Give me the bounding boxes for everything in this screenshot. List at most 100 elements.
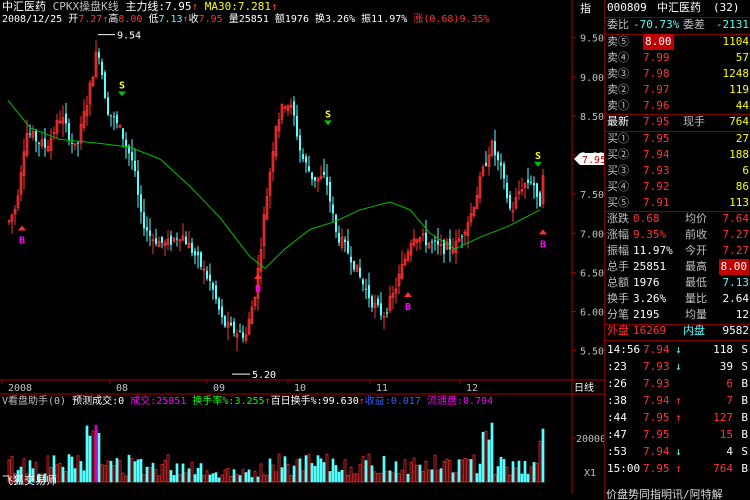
sell-price: 8.00 (643, 34, 674, 50)
candle-body (185, 236, 187, 245)
tick-side: S (741, 343, 748, 356)
volume-bar (460, 459, 464, 483)
low-value: 7.13 (158, 14, 183, 25)
tick-side: B (741, 462, 748, 475)
stat-value: 9.35% (633, 228, 667, 241)
tick-row[interactable]: 14:56 7.94 ↓ 118 S (605, 342, 750, 358)
sell-level-row[interactable]: 卖⑤ 8.00 1104 (605, 34, 750, 50)
weibi-row[interactable]: 委比 -70.73% 委差 -2131 (605, 17, 750, 33)
sell-level-row[interactable]: 卖③ 7.98 1248 (605, 66, 750, 82)
buy-level-row[interactable]: 买② 7.94 188 (605, 147, 750, 163)
candle-body (497, 152, 499, 161)
volume-bar (307, 454, 311, 483)
stat-row[interactable]: 振幅 11.97% 今开 7.27 (605, 243, 750, 259)
time-tick-label: 09 (213, 383, 225, 394)
volume-bar (169, 470, 173, 483)
candle-body (461, 236, 463, 238)
stat-row[interactable]: 涨幅 9.35% 前收 7.27 (605, 227, 750, 243)
price-tick-label: 5.50 (580, 347, 604, 358)
buy-level-label: 买① (607, 132, 629, 145)
sell-signal-label: S (119, 80, 125, 91)
volume-bar (121, 472, 125, 483)
sell-level-row[interactable]: 卖④ 7.99 57 (605, 50, 750, 66)
sell-level-row[interactable]: 卖② 7.97 119 (605, 82, 750, 98)
volume-bar (115, 458, 119, 483)
up-arrow-icon: ↑ (191, 0, 199, 13)
candle-body (239, 331, 241, 333)
weibi-label: 委比 (607, 18, 629, 31)
candle-body (302, 154, 304, 160)
buy-level-row[interactable]: 买③ 7.93 6 (605, 163, 750, 179)
sell-level-row[interactable]: 卖① 7.96 44 (605, 98, 750, 114)
volume-bar (85, 425, 89, 483)
stat-row[interactable]: 总手 25851 最高 8.00 (605, 259, 750, 275)
stat-value: 0.68 (633, 212, 660, 225)
volume-bar (451, 472, 455, 483)
volume-bar (166, 454, 170, 483)
volume-bar (424, 460, 428, 483)
tick-row[interactable]: :23 7.93 ↓ 39 S (605, 359, 750, 375)
candle-body (197, 251, 199, 256)
tick-time: :38 (607, 394, 627, 407)
volume-bar (313, 465, 317, 483)
volume-bar (202, 474, 206, 483)
buy-arrow-icon (539, 229, 547, 235)
stat-row[interactable]: 换手 3.26% 量比 2.64 (605, 291, 750, 307)
volume-bar (175, 463, 179, 483)
change-label: 涨 (413, 14, 424, 25)
buy-price: 7.91 (643, 196, 670, 209)
volume-bar (409, 462, 413, 483)
sell-level-label: 卖① (607, 99, 629, 112)
volume-bar (154, 469, 158, 483)
earnings-label: 收益: (364, 396, 391, 407)
tick-row[interactable]: :38 7.94 ↑ 7 B (605, 393, 750, 409)
tick-row[interactable]: 15:00 7.95 ↑ 764 B (605, 461, 750, 477)
volume-bar (427, 469, 431, 483)
buy-level-row[interactable]: 买⑤ 7.91 113 (605, 195, 750, 211)
turnover-value: 3.26% (325, 14, 356, 25)
float-label: 流通盘: (426, 396, 463, 407)
quote-header[interactable]: 000809 中汇医药 (32) (605, 0, 750, 16)
volume-bar (499, 456, 503, 483)
tick-row[interactable]: :47 7.95 15 B (605, 427, 750, 443)
stat-value: 1976 (633, 276, 660, 289)
volume-bar (436, 470, 440, 483)
candle-body (191, 242, 193, 254)
indicator-tab[interactable]: 指 (580, 0, 591, 16)
volume-bar (448, 460, 452, 483)
tick-arrow-icon: ↑ (675, 462, 682, 475)
kline-chart[interactable]: 9.50 9.00 8.50 8.00 7.50 7.00 6.50 6.00 5.50 7.95… (0, 0, 604, 500)
stock-name: 中汇医药 (657, 1, 701, 14)
tick-row[interactable]: :53 7.94 ↓ 4 S (605, 444, 750, 460)
latest-price: 7.95 (643, 115, 670, 128)
buy-level-row[interactable]: 买① 7.95 27 (605, 131, 750, 147)
volume-bar (157, 475, 161, 483)
latest-row[interactable]: 最新 7.95 现手 764 (605, 114, 750, 130)
tick-side: S (741, 445, 748, 458)
volume-indicator-name[interactable]: V看盘助手(0) (2, 396, 66, 407)
tick-row[interactable]: :44 7.95 ↑ 127 B (605, 410, 750, 426)
outer-inner-row[interactable]: 外盘 16269 内盘 9582 (605, 323, 750, 339)
price-tick-label: 9.50 (580, 34, 604, 45)
volume-bar (70, 456, 74, 483)
volume-bar (109, 460, 113, 483)
current-hand-label: 现手 (683, 115, 705, 128)
tick-arrow-icon: ↓ (675, 360, 682, 373)
volume-bar (430, 469, 434, 483)
tick-row[interactable]: :26 7.93 6 B (605, 376, 750, 392)
candle-body (344, 239, 346, 243)
indicator-name[interactable]: CPKX操盘K线 (53, 0, 119, 13)
period-label: 日线 (574, 381, 594, 394)
volume-bar (376, 473, 380, 483)
buy-level-row[interactable]: 买④ 7.92 86 (605, 179, 750, 195)
sell-volume: 119 (729, 83, 749, 96)
sell-arrow-icon (324, 120, 332, 126)
stat-row[interactable]: 分笔 2195 均量 12 (605, 307, 750, 323)
stat-label: 振幅 (607, 244, 629, 257)
candle-body (506, 183, 508, 199)
volume-bar (127, 454, 131, 483)
volume-bar (391, 472, 395, 483)
stat-row[interactable]: 总额 1976 最低 7.13 (605, 275, 750, 291)
volume-bar (526, 473, 530, 483)
stat-row[interactable]: 涨跌 0.68 均价 7.64 (605, 211, 750, 227)
